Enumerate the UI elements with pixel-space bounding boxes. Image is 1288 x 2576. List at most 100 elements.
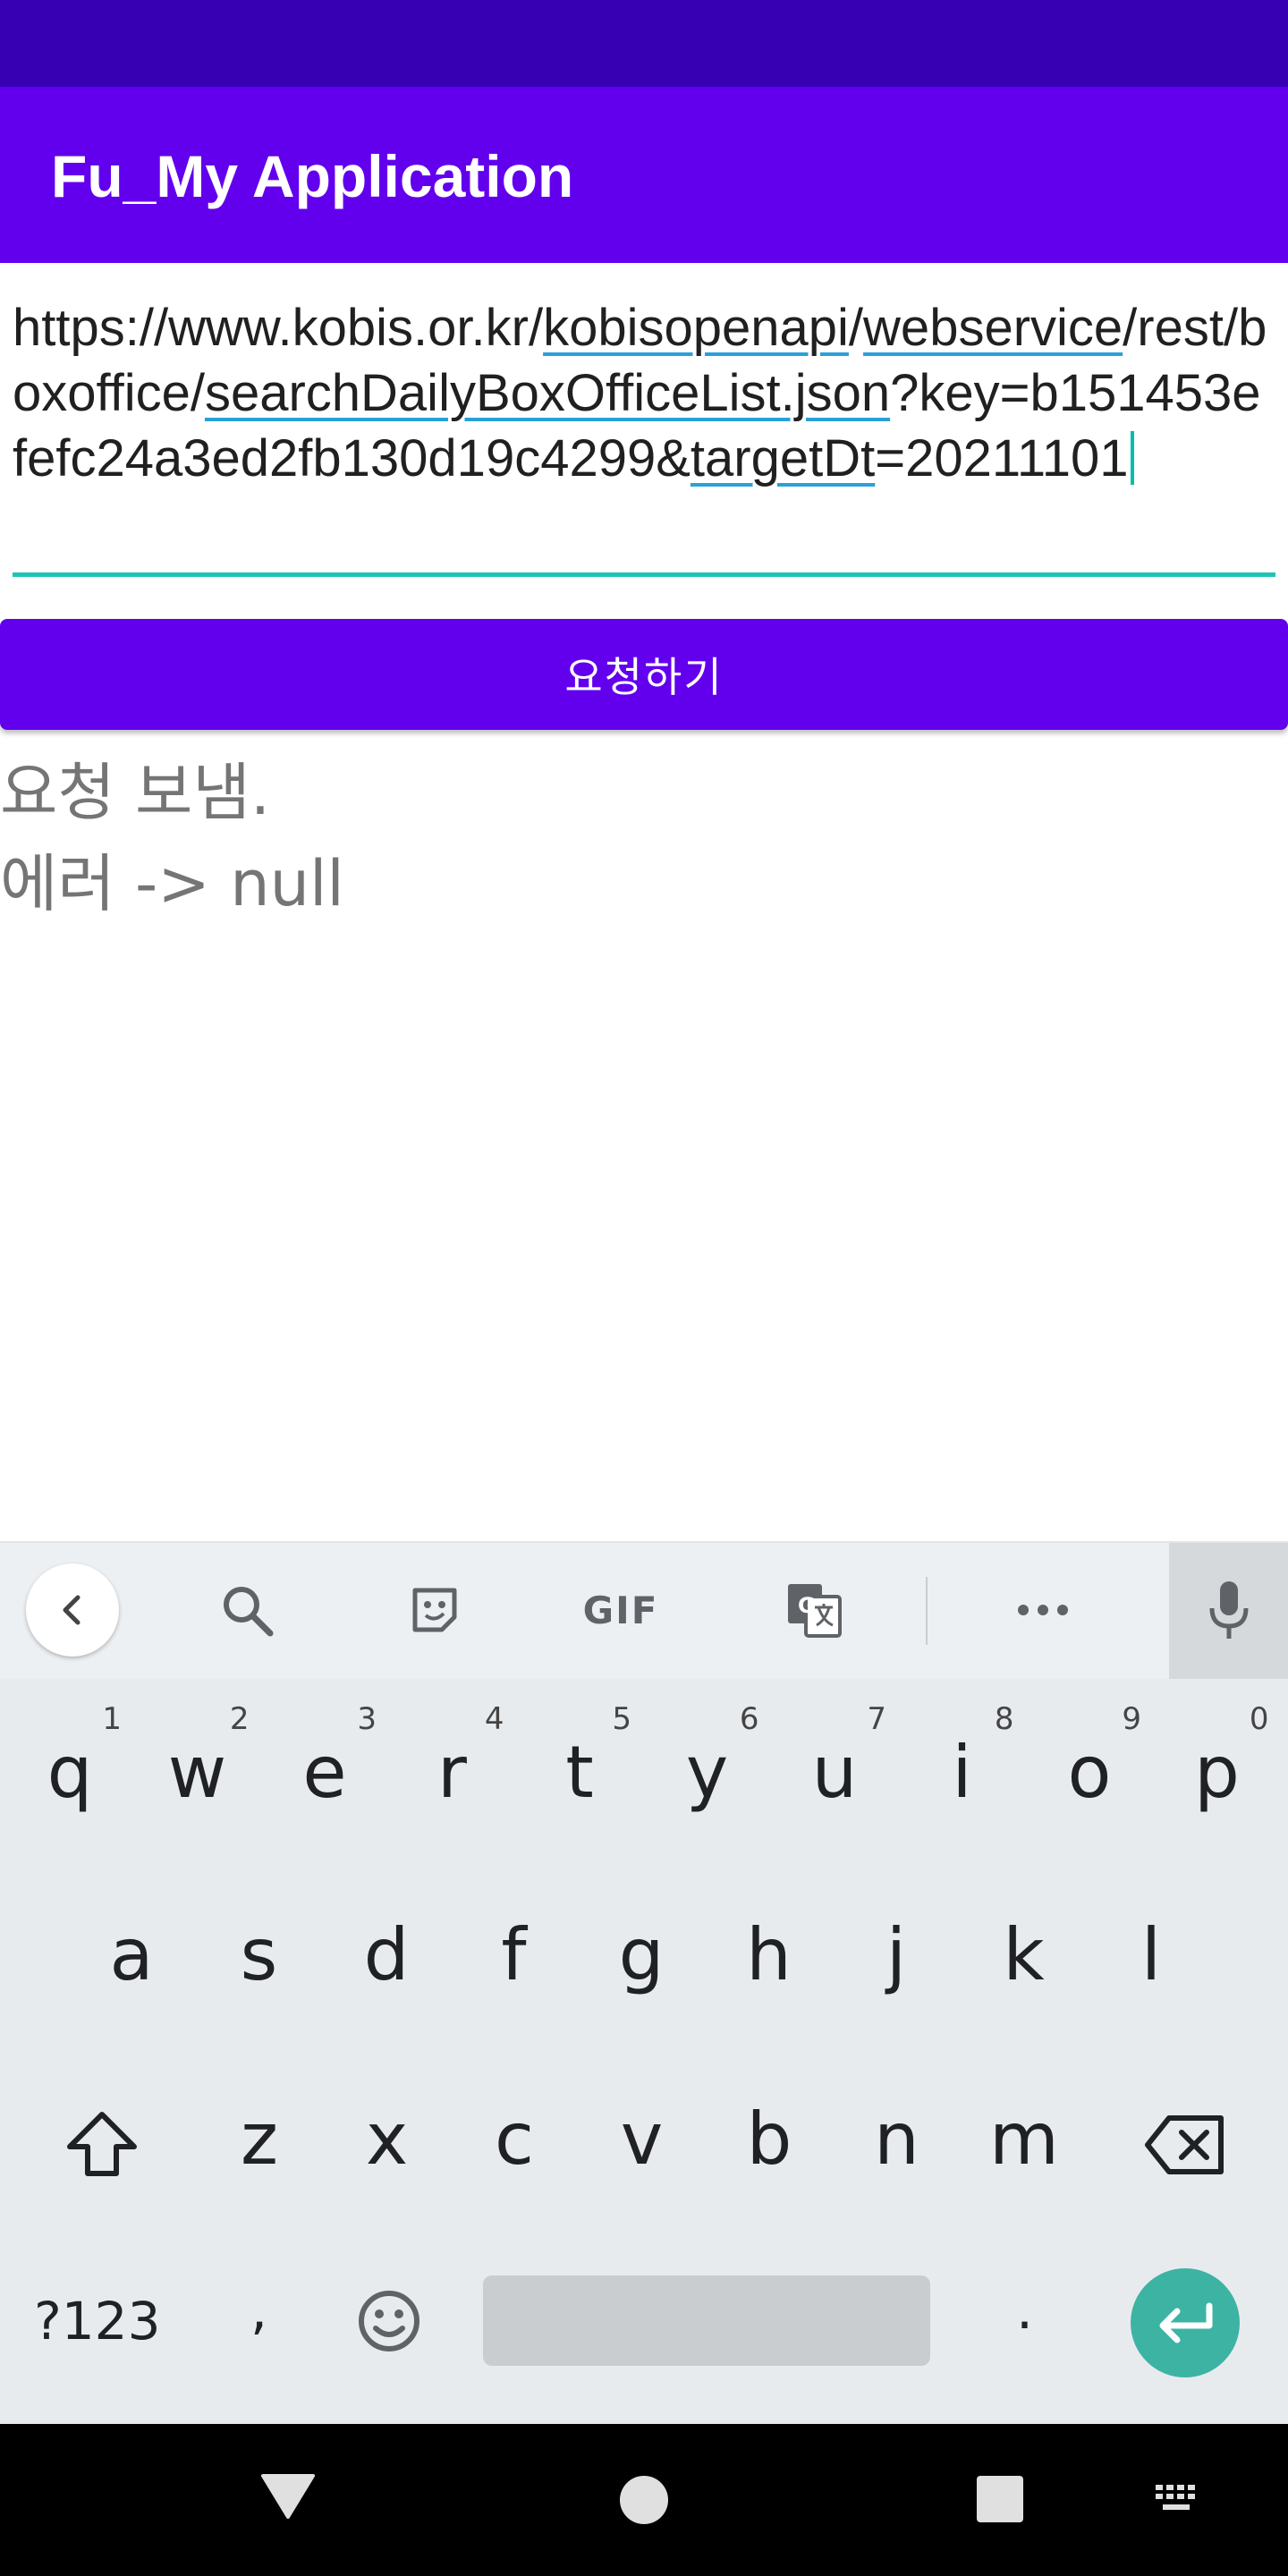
input-underline <box>13 572 1275 577</box>
key-hint: 3 <box>357 1701 377 1737</box>
key-t[interactable]: t5 <box>517 1701 642 1818</box>
shift-icon[interactable] <box>59 2102 145 2188</box>
key-q[interactable]: q1 <box>7 1701 132 1818</box>
key-label: n <box>874 2097 919 2181</box>
gif-label: GIF <box>582 1588 659 1632</box>
nav-home-icon[interactable] <box>620 2476 668 2524</box>
output-line-error: 에러 -> null <box>0 847 344 920</box>
url-segment: =20211101 <box>875 429 1129 487</box>
key-i[interactable]: i8 <box>900 1701 1025 1818</box>
key-label: f <box>501 1913 527 1996</box>
key-label: m <box>989 2097 1059 2181</box>
svg-text:G: G <box>798 1593 816 1618</box>
key-m[interactable]: m <box>962 2095 1087 2184</box>
key-y[interactable]: y6 <box>645 1701 770 1818</box>
text-cursor <box>1130 431 1134 485</box>
key-a[interactable]: a <box>69 1911 194 2000</box>
key-hint: 0 <box>1249 1701 1269 1737</box>
url-segment: https://www.kobis.or.kr/ <box>13 299 544 357</box>
url-segment-underlined: webservice <box>863 299 1123 357</box>
backspace-icon[interactable] <box>1136 2102 1234 2188</box>
key-label: d <box>363 1913 410 1996</box>
symbols-key[interactable]: ?123 <box>34 2290 161 2352</box>
mic-icon[interactable] <box>1181 1541 1277 1679</box>
key-x[interactable]: x <box>325 2095 450 2184</box>
key-label: y <box>685 1731 729 1814</box>
sticker-icon[interactable] <box>390 1541 479 1679</box>
key-label: z <box>241 2097 278 2181</box>
key-label: v <box>620 2097 664 2181</box>
key-label: j <box>886 1913 907 1996</box>
key-g[interactable]: g <box>579 1911 704 2000</box>
key-label: b <box>746 2097 792 2181</box>
key-hint: 8 <box>994 1701 1014 1737</box>
key-u[interactable]: u7 <box>772 1701 897 1818</box>
key-hint: 7 <box>867 1701 886 1737</box>
key-k[interactable]: k <box>962 1911 1087 2000</box>
key-e[interactable]: e3 <box>262 1701 387 1818</box>
comma-key[interactable]: , <box>250 2279 267 2342</box>
key-hint: 4 <box>484 1701 504 1737</box>
toolbar-back-button[interactable] <box>23 1541 122 1679</box>
key-o[interactable]: o9 <box>1027 1701 1152 1818</box>
request-button[interactable]: 요청하기 <box>0 619 1288 730</box>
key-b[interactable]: b <box>707 2095 832 2184</box>
key-label: i <box>952 1731 972 1814</box>
key-hint: 9 <box>1122 1701 1141 1737</box>
toolbar-separator <box>926 1577 928 1645</box>
status-bar <box>0 0 1288 87</box>
app-title: Fu_My Application <box>51 143 574 209</box>
key-label: t <box>565 1731 594 1814</box>
key-label: q <box>47 1731 93 1814</box>
key-c[interactable]: c <box>452 2095 577 2184</box>
key-label: o <box>1067 1731 1112 1814</box>
emoji-icon[interactable] <box>351 2283 428 2360</box>
app-bar: Fu_My Application <box>0 87 1288 263</box>
translate-icon[interactable]: G <box>769 1541 859 1679</box>
key-label: h <box>746 1913 792 1996</box>
key-hint: 2 <box>229 1701 250 1737</box>
url-segment-underlined: searchDailyBoxOfficeList.json <box>204 364 891 422</box>
back-chevron-icon <box>26 1563 119 1657</box>
key-w[interactable]: w2 <box>135 1701 260 1818</box>
key-hint: 5 <box>612 1701 631 1737</box>
keyboard-switch-icon[interactable] <box>1154 2481 1204 2517</box>
key-label: k <box>1003 1913 1045 1996</box>
key-label: a <box>109 1913 154 1996</box>
key-p[interactable]: p0 <box>1155 1701 1280 1818</box>
key-label: c <box>495 2097 534 2181</box>
key-j[interactable]: j <box>834 1911 959 2000</box>
key-label: s <box>240 1913 278 1996</box>
gif-button[interactable]: GIF <box>569 1541 673 1679</box>
output-line-sent: 요청 보냄. <box>0 756 271 829</box>
key-label: g <box>618 1913 665 1996</box>
url-input[interactable]: https://www.kobis.or.kr/kobisopenapi/web… <box>13 295 1274 491</box>
enter-key[interactable] <box>1131 2268 1240 2377</box>
key-label: x <box>365 2097 409 2181</box>
key-v[interactable]: v <box>580 2095 705 2184</box>
key-hint: 1 <box>102 1701 122 1737</box>
search-icon[interactable] <box>202 1541 292 1679</box>
key-label: u <box>811 1731 858 1814</box>
key-d[interactable]: d <box>324 1911 449 2000</box>
key-label: p <box>1194 1731 1240 1814</box>
period-key[interactable]: . <box>1016 2279 1033 2342</box>
key-hint: 6 <box>739 1701 759 1737</box>
key-r[interactable]: r4 <box>390 1701 515 1818</box>
key-n[interactable]: n <box>835 2095 960 2184</box>
url-segment: / <box>848 299 864 357</box>
key-label: r <box>437 1731 467 1814</box>
url-segment-underlined: targetDt <box>690 429 876 487</box>
key-z[interactable]: z <box>197 2095 322 2184</box>
key-label: w <box>167 1731 227 1814</box>
nav-back-icon[interactable] <box>259 2470 317 2521</box>
key-h[interactable]: h <box>707 1911 832 2000</box>
key-s[interactable]: s <box>197 1911 322 2000</box>
more-icon[interactable] <box>998 1541 1088 1679</box>
key-label: e <box>302 1731 347 1814</box>
key-label: l <box>1140 1913 1162 1996</box>
key-f[interactable]: f <box>452 1911 577 2000</box>
space-key[interactable] <box>483 2275 930 2366</box>
nav-recents-icon[interactable] <box>977 2476 1023 2522</box>
key-l[interactable]: l <box>1089 1911 1214 2000</box>
